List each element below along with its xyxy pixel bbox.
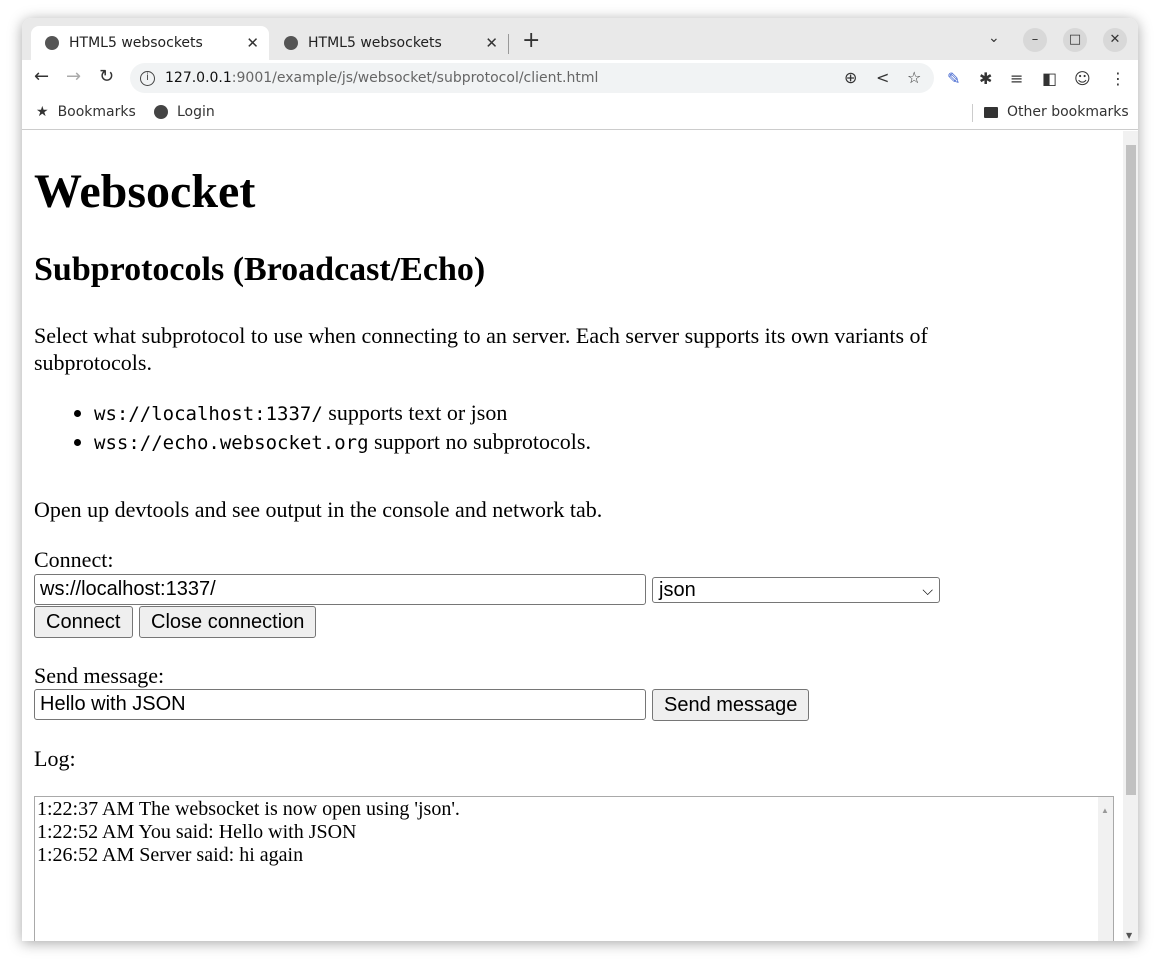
message-input[interactable] bbox=[34, 689, 646, 720]
side-panel-icon[interactable]: ◧ bbox=[1042, 69, 1057, 88]
server-desc: supports text or json bbox=[322, 400, 508, 425]
browser-window: HTML5 websockets ✕ HTML5 websockets ✕ + ⌄ … bbox=[22, 18, 1138, 941]
devtools-note: Open up devtools and see output in the c… bbox=[34, 497, 603, 522]
forward-icon[interactable]: → bbox=[66, 66, 81, 87]
other-bookmarks[interactable]: Other bookmarks bbox=[984, 104, 1129, 120]
server-url-input[interactable] bbox=[34, 574, 646, 605]
star-icon: ★ bbox=[36, 104, 49, 120]
new-tab-button[interactable]: + bbox=[522, 28, 540, 53]
share-icon[interactable]: < bbox=[876, 68, 889, 87]
close-window-button[interactable]: ✕ bbox=[1103, 28, 1127, 52]
connect-label: Connect: bbox=[34, 547, 114, 572]
scroll-down-icon[interactable]: ▼ bbox=[1126, 931, 1132, 940]
reload-icon[interactable]: ↻ bbox=[99, 66, 114, 87]
connect-button[interactable]: Connect bbox=[34, 606, 133, 638]
page-scrollbar[interactable]: ▼ bbox=[1123, 131, 1138, 941]
server-desc: support no subprotocols. bbox=[368, 429, 591, 454]
log-line: 1:22:37 AM The websocket is now open usi… bbox=[37, 798, 460, 820]
media-icon[interactable]: ≡ bbox=[1010, 69, 1023, 88]
bookmarks-bar: ★ Bookmarks Login Other bookmarks bbox=[22, 96, 1138, 130]
log-line: 1:22:52 AM You said: Hello with JSON bbox=[37, 821, 357, 843]
scrollbar-thumb[interactable] bbox=[1126, 145, 1136, 795]
tab-title: HTML5 websockets bbox=[308, 35, 442, 51]
back-icon[interactable]: ← bbox=[34, 66, 49, 87]
tab-1[interactable]: HTML5 websockets ✕ bbox=[31, 26, 269, 60]
eyedropper-icon[interactable]: ✎ bbox=[947, 69, 960, 88]
page-content: Websocket Subprotocols (Broadcast/Echo) … bbox=[22, 131, 1123, 941]
globe-icon bbox=[154, 105, 168, 119]
tab-strip: HTML5 websockets ✕ HTML5 websockets ✕ + ⌄ … bbox=[22, 18, 1138, 60]
url-path: :9001/example/js/websocket/subprotocol/c… bbox=[231, 70, 599, 86]
toolbar: ← → ↻ i 127.0.0.1:9001/example/js/websoc… bbox=[22, 60, 1138, 96]
log-scrollbar[interactable]: ▲ bbox=[1098, 797, 1113, 941]
page-title: Websocket bbox=[34, 165, 256, 218]
subprotocol-select[interactable]: json ⌵ bbox=[652, 577, 940, 603]
server-url: wss://echo.websocket.org bbox=[94, 432, 369, 454]
bookmarks-divider bbox=[972, 104, 973, 122]
tab-search-chevron-icon[interactable]: ⌄ bbox=[988, 30, 1000, 46]
intro-text: Select what subprotocol to use when conn… bbox=[34, 323, 928, 375]
server-url: ws://localhost:1337/ bbox=[94, 403, 323, 425]
zoom-icon[interactable]: ⊕ bbox=[844, 68, 857, 87]
bookmark-label: Bookmarks bbox=[57, 104, 136, 120]
folder-icon bbox=[984, 106, 998, 118]
globe-icon bbox=[284, 36, 298, 50]
list-item: wss://echo.websocket.org support no subp… bbox=[94, 428, 591, 457]
url-host: 127.0.0.1 bbox=[165, 70, 232, 86]
minimize-button[interactable]: – bbox=[1023, 28, 1047, 52]
bookmark-login[interactable]: Login bbox=[154, 104, 215, 120]
tab-2[interactable]: HTML5 websockets ✕ bbox=[270, 26, 508, 60]
page-subtitle: Subprotocols (Broadcast/Echo) bbox=[34, 251, 486, 288]
address-bar[interactable]: i 127.0.0.1:9001/example/js/websocket/su… bbox=[130, 63, 934, 93]
bookmark-star-icon[interactable]: ☆ bbox=[907, 68, 921, 87]
globe-icon bbox=[45, 36, 59, 50]
maximize-button[interactable]: □ bbox=[1063, 28, 1087, 52]
log-line: 1:26:52 AM Server said: hi again bbox=[37, 844, 304, 866]
bookmark-label: Login bbox=[177, 104, 215, 120]
profile-avatar[interactable]: ☺ bbox=[1074, 69, 1091, 88]
log-label: Log: bbox=[34, 746, 76, 771]
selected-protocol: json bbox=[659, 579, 696, 601]
tab-divider bbox=[508, 34, 509, 54]
info-icon[interactable]: i bbox=[140, 70, 155, 86]
tab-title: HTML5 websockets bbox=[69, 35, 203, 51]
list-item: ws://localhost:1337/ supports text or js… bbox=[94, 399, 591, 428]
log-textarea[interactable]: 1:22:37 AM The websocket is now open usi… bbox=[34, 796, 1114, 941]
scroll-up-icon[interactable]: ▲ bbox=[1101, 799, 1109, 822]
close-tab-icon[interactable]: ✕ bbox=[485, 34, 498, 52]
close-tab-icon[interactable]: ✕ bbox=[246, 34, 259, 52]
close-connection-button[interactable]: Close connection bbox=[139, 606, 317, 638]
send-message-label: Send message: bbox=[34, 663, 165, 688]
menu-icon[interactable]: ⋮ bbox=[1110, 69, 1126, 88]
send-message-button[interactable]: Send message bbox=[652, 689, 810, 721]
other-bookmarks-label: Other bookmarks bbox=[1007, 104, 1129, 120]
extensions-icon[interactable]: ✱ bbox=[979, 69, 992, 88]
server-list: ws://localhost:1337/ supports text or js… bbox=[34, 399, 591, 457]
bookmark-bookmarks[interactable]: ★ Bookmarks bbox=[36, 104, 136, 120]
chevron-down-icon: ⌵ bbox=[922, 582, 933, 598]
